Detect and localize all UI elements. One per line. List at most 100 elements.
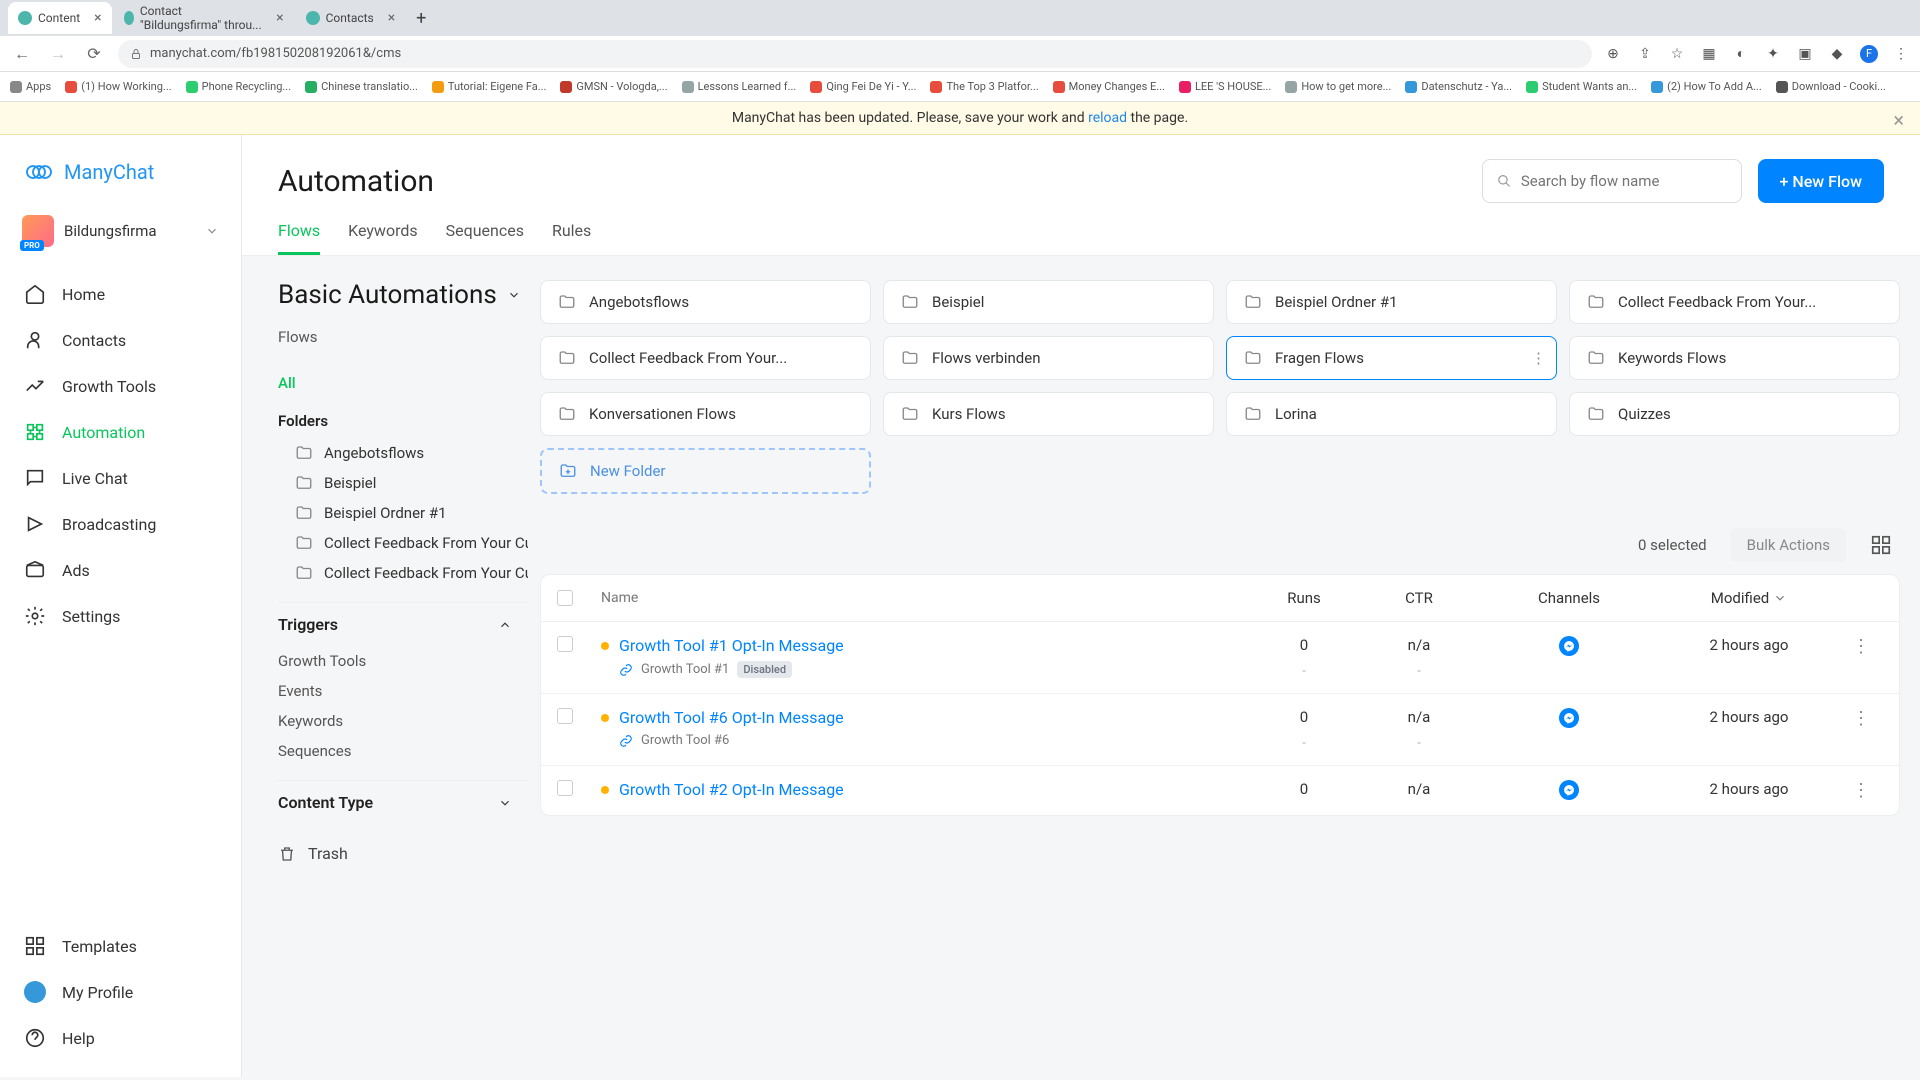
star-icon[interactable]: ☆ bbox=[1668, 45, 1686, 63]
ext-icon[interactable]: ◆ bbox=[1828, 45, 1846, 63]
folder-tree-item[interactable]: Collect Feedback From Your Cu bbox=[278, 528, 528, 558]
sidebar-item-help[interactable]: Help bbox=[0, 1015, 241, 1061]
tab-keywords[interactable]: Keywords bbox=[348, 221, 418, 255]
folder-tree-item[interactable]: Beispiel bbox=[278, 468, 528, 498]
reload-link[interactable]: reload bbox=[1088, 110, 1127, 126]
folder-card[interactable]: Angebotsflows bbox=[540, 280, 871, 324]
folder-card[interactable]: Lorina bbox=[1226, 392, 1557, 436]
trash-link[interactable]: Trash bbox=[278, 834, 528, 873]
search-field[interactable] bbox=[1521, 172, 1727, 190]
folder-tree-item[interactable]: Angebotsflows bbox=[278, 438, 528, 468]
bookmark[interactable]: How to get more... bbox=[1285, 80, 1391, 93]
row-checkbox[interactable] bbox=[557, 708, 573, 724]
sidebar-item-broadcasting[interactable]: Broadcasting bbox=[0, 501, 241, 547]
ext-icon[interactable]: ▦ bbox=[1700, 45, 1718, 63]
col-channels[interactable]: Channels bbox=[1479, 589, 1659, 607]
flow-name[interactable]: Growth Tool #1 Opt-In Message bbox=[619, 636, 844, 655]
folder-tree-item[interactable]: Beispiel Ordner #1 bbox=[278, 498, 528, 528]
url-input[interactable]: manychat.com/fb198150208192061&/cms bbox=[118, 40, 1592, 68]
trigger-filter[interactable]: Sequences bbox=[278, 736, 528, 766]
folder-card[interactable]: Fragen Flows⋮ bbox=[1226, 336, 1557, 380]
ext-icon[interactable]: ▣ bbox=[1796, 45, 1814, 63]
folder-card[interactable]: Collect Feedback From Your... bbox=[540, 336, 871, 380]
reload-button[interactable]: ⟳ bbox=[82, 44, 106, 63]
flow-name[interactable]: Growth Tool #6 Opt-In Message bbox=[619, 708, 844, 727]
row-checkbox[interactable] bbox=[557, 780, 573, 796]
bookmark[interactable]: The Top 3 Platfor... bbox=[930, 80, 1038, 93]
share-icon[interactable]: ⇪ bbox=[1636, 45, 1654, 63]
table-row[interactable]: Growth Tool #2 Opt-In Message0n/a2 hours… bbox=[541, 766, 1899, 815]
section-dropdown[interactable]: Basic Automations bbox=[278, 280, 528, 310]
folder-card[interactable]: Beispiel Ordner #1 bbox=[1226, 280, 1557, 324]
col-runs[interactable]: Runs bbox=[1249, 589, 1359, 607]
new-tab-button[interactable]: + bbox=[407, 4, 435, 32]
folder-card[interactable]: Konversationen Flows bbox=[540, 392, 871, 436]
sidebar-item-templates[interactable]: Templates bbox=[0, 923, 241, 969]
content-type-section[interactable]: Content Type bbox=[278, 780, 528, 824]
bookmark[interactable]: Phone Recycling... bbox=[186, 80, 291, 93]
more-icon[interactable]: ⋮ bbox=[1531, 349, 1546, 367]
bookmark[interactable]: Student Wants an... bbox=[1526, 80, 1637, 93]
table-row[interactable]: Growth Tool #6 Opt-In MessageGrowth Tool… bbox=[541, 694, 1899, 766]
sidebar-item-automation[interactable]: Automation bbox=[0, 409, 241, 455]
logo[interactable]: ManyChat bbox=[0, 151, 241, 207]
table-row[interactable]: Growth Tool #1 Opt-In MessageGrowth Tool… bbox=[541, 622, 1899, 694]
bookmark[interactable]: Money Changes E... bbox=[1053, 80, 1165, 93]
trigger-filter[interactable]: Events bbox=[278, 676, 528, 706]
apps-button[interactable]: Apps bbox=[10, 80, 51, 93]
new-flow-button[interactable]: + New Flow bbox=[1758, 159, 1884, 203]
triggers-section[interactable]: Triggers bbox=[278, 602, 528, 646]
bookmark[interactable]: (2) How To Add A... bbox=[1651, 80, 1762, 93]
bookmark[interactable]: Tutorial: Eigene Fa... bbox=[432, 80, 547, 93]
tab-flows[interactable]: Flows bbox=[278, 221, 320, 255]
puzzle-icon[interactable]: ✦ bbox=[1764, 45, 1782, 63]
bookmark[interactable]: Datenschutz - Ya... bbox=[1405, 80, 1512, 93]
sidebar-item-settings[interactable]: Settings bbox=[0, 593, 241, 639]
row-more-button[interactable]: ⋮ bbox=[1839, 780, 1883, 801]
profile-avatar[interactable]: F bbox=[1860, 45, 1878, 63]
col-modified[interactable]: Modified bbox=[1659, 589, 1839, 607]
sidebar-item-livechat[interactable]: Live Chat bbox=[0, 455, 241, 501]
menu-icon[interactable]: ⋮ bbox=[1892, 45, 1910, 63]
browser-tab[interactable]: Content× bbox=[8, 2, 112, 34]
select-all-checkbox[interactable] bbox=[557, 590, 573, 606]
bookmark[interactable]: Lessons Learned f... bbox=[682, 80, 797, 93]
filter-all[interactable]: All bbox=[278, 368, 528, 398]
new-folder-button[interactable]: New Folder bbox=[540, 448, 871, 494]
bulk-actions-button[interactable]: Bulk Actions bbox=[1731, 528, 1846, 562]
sidebar-item-growth[interactable]: Growth Tools bbox=[0, 363, 241, 409]
tab-sequences[interactable]: Sequences bbox=[446, 221, 524, 255]
search-input[interactable] bbox=[1482, 159, 1742, 203]
bookmark[interactable]: Qing Fei De Yi - Y... bbox=[810, 80, 916, 93]
ext-icon[interactable]: ◐ bbox=[1732, 45, 1750, 63]
sidebar-item-profile[interactable]: My Profile bbox=[0, 969, 241, 1015]
back-button[interactable]: ← bbox=[10, 44, 34, 64]
col-ctr[interactable]: CTR bbox=[1359, 589, 1479, 607]
browser-tab[interactable]: Contact "Bildungsfirma" throu...× bbox=[114, 2, 294, 34]
sidebar-item-ads[interactable]: Ads bbox=[0, 547, 241, 593]
folder-card[interactable]: Flows verbinden bbox=[883, 336, 1214, 380]
zoom-icon[interactable]: ⊕ bbox=[1604, 45, 1622, 63]
tab-rules[interactable]: Rules bbox=[552, 221, 591, 255]
trigger-filter[interactable]: Growth Tools bbox=[278, 646, 528, 676]
folder-tree-item[interactable]: Collect Feedback From Your Cu bbox=[278, 558, 528, 588]
folder-card[interactable]: Beispiel bbox=[883, 280, 1214, 324]
close-icon[interactable]: × bbox=[276, 10, 283, 26]
row-more-button[interactable]: ⋮ bbox=[1839, 708, 1883, 729]
folder-card[interactable]: Keywords Flows bbox=[1569, 336, 1900, 380]
grid-view-icon[interactable] bbox=[1870, 534, 1892, 556]
bookmark[interactable]: LEE 'S HOUSE... bbox=[1179, 80, 1271, 93]
bookmark[interactable]: Download - Cooki... bbox=[1776, 80, 1886, 93]
breadcrumb[interactable]: Flows bbox=[278, 328, 528, 346]
folder-card[interactable]: Collect Feedback From Your... bbox=[1569, 280, 1900, 324]
trigger-filter[interactable]: Keywords bbox=[278, 706, 528, 736]
account-switcher[interactable]: PRO Bildungsfirma bbox=[12, 207, 229, 255]
bookmark[interactable]: Chinese translatio... bbox=[305, 80, 418, 93]
browser-tab[interactable]: Contacts× bbox=[296, 2, 406, 34]
row-checkbox[interactable] bbox=[557, 636, 573, 652]
close-icon[interactable]: × bbox=[1893, 108, 1904, 132]
folder-card[interactable]: Kurs Flows bbox=[883, 392, 1214, 436]
sidebar-item-home[interactable]: Home bbox=[0, 271, 241, 317]
sidebar-item-contacts[interactable]: Contacts bbox=[0, 317, 241, 363]
close-icon[interactable]: × bbox=[388, 10, 395, 26]
